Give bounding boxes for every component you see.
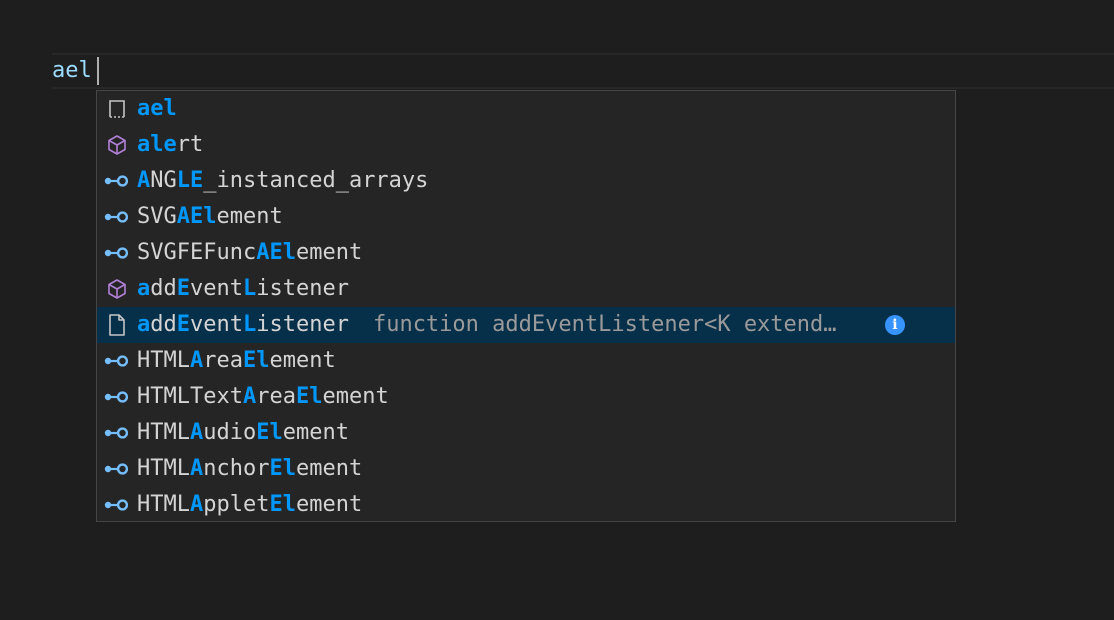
match-highlight: El xyxy=(269,492,296,517)
suggestion-label: addEventListener xyxy=(137,307,349,343)
suggestion-item[interactable]: alert xyxy=(97,127,955,163)
label-text: ement xyxy=(269,348,336,373)
match-highlight: AEl xyxy=(256,240,296,265)
property-icon xyxy=(97,199,137,235)
label-text: ement xyxy=(295,492,363,517)
label-text: istener xyxy=(256,312,349,337)
suggestion-label: SVGAElement xyxy=(137,199,283,235)
suggestion-item[interactable]: HTMLTextAreaElement xyxy=(97,379,955,415)
suggestion-label: SVGFEFuncAElement xyxy=(137,235,362,271)
suggestion-label: HTMLTextAreaElement xyxy=(137,379,389,415)
info-icon[interactable]: i xyxy=(884,315,905,335)
suggestion-item[interactable]: SVGFEFuncAElement xyxy=(97,235,955,271)
property-icon xyxy=(97,163,137,199)
match-highlight: A xyxy=(189,420,204,445)
property-icon xyxy=(97,235,137,271)
suggestion-label: HTMLAudioElement xyxy=(137,415,349,451)
label-text: ement xyxy=(216,204,283,229)
match-highlight: E xyxy=(176,276,190,301)
suggestion-item[interactable]: SVGAElement xyxy=(97,199,955,235)
suggestion-item[interactable]: ael xyxy=(97,91,955,127)
label-text: istener xyxy=(256,276,349,301)
typed-text[interactable]: ael xyxy=(52,55,92,87)
label-text: NG xyxy=(150,168,177,193)
property-icon xyxy=(97,343,137,379)
match-highlight: El xyxy=(256,420,283,445)
label-text: ement xyxy=(295,456,363,481)
label-text: ement xyxy=(295,240,363,265)
match-highlight: a xyxy=(137,276,151,301)
label-text: HTMLText xyxy=(137,384,243,409)
method-cube-icon xyxy=(97,127,137,163)
label-text: HTML xyxy=(137,420,190,445)
suggestion-item[interactable]: HTMLAreaElement xyxy=(97,343,955,379)
match-highlight: A xyxy=(242,384,257,409)
label-text: pplet xyxy=(203,492,270,517)
file-icon xyxy=(97,307,137,343)
match-highlight: L xyxy=(242,276,257,301)
match-highlight: A xyxy=(189,492,204,517)
label-text: nchor xyxy=(203,456,270,481)
label-text: rea xyxy=(256,384,296,409)
property-icon xyxy=(97,487,137,521)
label-text: dd xyxy=(150,276,177,301)
suggestion-label: alert xyxy=(137,127,203,163)
suggestion-detail: function addEventListener<K extend… xyxy=(372,312,837,337)
current-line-highlight xyxy=(52,53,1114,89)
match-highlight: L xyxy=(242,312,257,337)
suggestion-item[interactable]: HTMLAppletElement xyxy=(97,487,955,521)
label-text: SVGFEFunc xyxy=(137,240,257,265)
label-text: _instanced_arrays xyxy=(203,168,429,193)
snippet-icon xyxy=(97,91,137,127)
suggestion-item[interactable]: addEventListener xyxy=(97,271,955,307)
label-text: ement xyxy=(282,420,349,445)
text-cursor xyxy=(97,57,99,85)
match-highlight: LE xyxy=(176,168,204,193)
property-icon xyxy=(97,415,137,451)
suggestion-label: addEventListener xyxy=(137,271,349,307)
suggestion-item[interactable]: HTMLAnchorElement xyxy=(97,451,955,487)
property-icon xyxy=(97,379,137,415)
match-highlight: ale xyxy=(137,132,177,157)
label-text: udio xyxy=(203,420,257,445)
label-text: rea xyxy=(203,348,243,373)
suggestion-item[interactable]: HTMLAudioElement xyxy=(97,415,955,451)
match-highlight: E xyxy=(176,312,190,337)
suggestion-item[interactable]: ANGLE_instanced_arrays xyxy=(97,163,955,199)
match-highlight: El xyxy=(269,456,296,481)
label-text: vent xyxy=(190,276,243,301)
method-cube-icon xyxy=(97,271,137,307)
suggestion-label: HTMLAnchorElement xyxy=(137,451,362,487)
match-highlight: A xyxy=(189,456,204,481)
code-editor[interactable]: ael ael alert ANGLE_instanced_arrays SVGAEl… xyxy=(0,0,1114,620)
suggestion-label: HTMLAppletElement xyxy=(137,487,363,521)
suggestion-label: ael xyxy=(137,91,177,127)
label-text: HTML xyxy=(137,348,190,373)
suggestion-item[interactable]: addEventListener function addEventListene… xyxy=(97,307,955,343)
match-highlight: ael xyxy=(137,96,177,121)
suggest-widget[interactable]: ael alert ANGLE_instanced_arrays SVGAElemen… xyxy=(96,90,956,522)
suggestion-label: HTMLAreaElement xyxy=(137,343,336,379)
label-text: SVG xyxy=(137,204,177,229)
property-icon xyxy=(97,451,137,487)
label-text: rt xyxy=(176,132,204,157)
match-highlight: El xyxy=(242,348,270,373)
suggestion-label: ANGLE_instanced_arrays xyxy=(137,163,428,199)
match-highlight: A xyxy=(189,348,204,373)
label-text: HTML xyxy=(137,456,190,481)
match-highlight: a xyxy=(137,312,151,337)
match-highlight: A xyxy=(137,168,151,193)
label-text: vent xyxy=(190,312,243,337)
label-text: ement xyxy=(322,384,389,409)
match-highlight: El xyxy=(295,384,323,409)
label-text: HTML xyxy=(137,492,190,517)
match-highlight: AEl xyxy=(176,204,217,229)
label-text: dd xyxy=(150,312,177,337)
